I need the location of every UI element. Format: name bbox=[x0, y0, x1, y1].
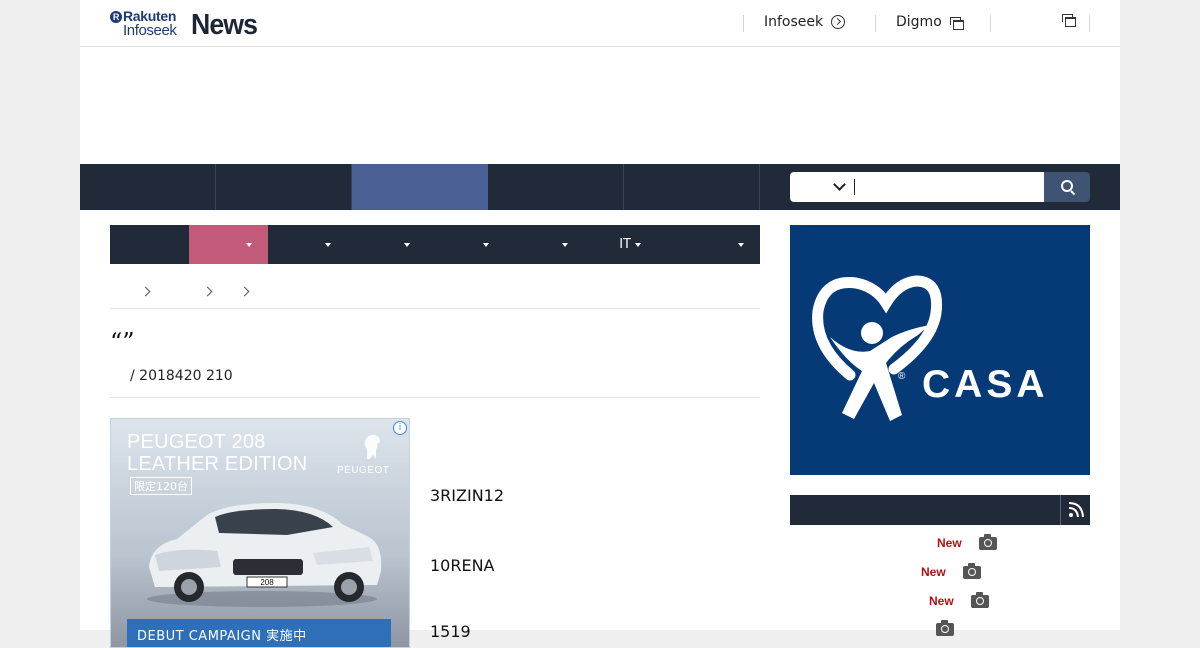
divider bbox=[110, 397, 760, 398]
chevron-right-icon bbox=[140, 286, 151, 297]
category-item[interactable] bbox=[347, 225, 426, 264]
ranking-item[interactable]: New bbox=[937, 533, 997, 550]
casa-heart-logo-icon: ® bbox=[812, 275, 943, 421]
caret-down-icon bbox=[325, 242, 331, 247]
car-image: 208 bbox=[147, 503, 382, 607]
search-button[interactable] bbox=[1044, 172, 1090, 202]
header-divider bbox=[875, 15, 876, 32]
header-divider bbox=[743, 15, 744, 32]
article-paragraph: 10RENA bbox=[430, 556, 495, 575]
ad-headline: LEATHER EDITION bbox=[127, 453, 308, 475]
car-plate: 208 bbox=[260, 578, 274, 587]
news-wordmark: News bbox=[191, 9, 258, 41]
category-item[interactable] bbox=[110, 225, 189, 264]
rakuten-infoseek-news-logo[interactable]: R Rakuten Infoseek News bbox=[110, 8, 270, 41]
category-nav: IT bbox=[110, 225, 760, 264]
ad-cta-strip: DEBUT CAMPAIGN 実施中 bbox=[127, 619, 391, 647]
external-window-icon bbox=[949, 16, 964, 30]
caret-down-icon bbox=[562, 242, 568, 247]
caret-down-icon bbox=[246, 242, 252, 247]
main-nav-tab[interactable] bbox=[624, 164, 760, 210]
ad-headline: PEUGEOT 208 bbox=[127, 431, 266, 453]
infoseek-link[interactable]: Infoseek bbox=[764, 14, 846, 30]
new-badge: New bbox=[929, 594, 954, 608]
peugeot-ad[interactable]: PEUGEOT 208 LEATHER EDITION 限定120台 PEUGE… bbox=[110, 418, 410, 648]
category-item[interactable] bbox=[426, 225, 505, 264]
category-item-it[interactable]: IT bbox=[584, 225, 657, 264]
main-nav-tab[interactable] bbox=[80, 164, 216, 210]
page: R Rakuten Infoseek News Infoseek Digmo I… bbox=[80, 0, 1120, 648]
new-badge: New bbox=[921, 565, 946, 579]
camera-icon bbox=[970, 591, 989, 608]
camera-icon bbox=[978, 533, 997, 550]
chevron-down-icon[interactable] bbox=[833, 178, 846, 191]
ranking-item[interactable]: New bbox=[921, 562, 981, 579]
circle-arrow-icon bbox=[831, 15, 846, 29]
main-nav-tab-active[interactable] bbox=[352, 164, 488, 210]
search-icon bbox=[1061, 180, 1073, 192]
digmo-link-label: Digmo bbox=[896, 14, 942, 30]
rss-icon bbox=[1068, 502, 1084, 518]
category-item-active[interactable] bbox=[189, 225, 268, 264]
search-form bbox=[790, 172, 1090, 202]
rss-button[interactable] bbox=[1060, 495, 1090, 525]
site-header: R Rakuten Infoseek News Infoseek Digmo bbox=[80, 0, 1120, 47]
external-link[interactable] bbox=[1054, 14, 1076, 27]
digmo-link[interactable]: Digmo bbox=[896, 14, 964, 30]
chevron-right-icon bbox=[202, 286, 213, 297]
article-byline: / 2018420 210 bbox=[130, 368, 233, 384]
casa-ad[interactable]: ® CASA bbox=[790, 225, 1090, 475]
text-caret bbox=[854, 179, 855, 195]
registered-mark: ® bbox=[898, 371, 906, 382]
casa-wordmark: CASA bbox=[922, 363, 1049, 406]
infoseek-wordmark: Infoseek bbox=[123, 22, 177, 39]
caret-down-icon bbox=[738, 242, 744, 247]
new-badge: New bbox=[937, 536, 962, 550]
external-window-icon bbox=[1062, 14, 1076, 27]
caret-down-icon bbox=[483, 242, 489, 247]
caret-down-icon bbox=[635, 242, 641, 247]
ranking-header bbox=[790, 495, 1090, 525]
header-divider bbox=[1089, 15, 1090, 32]
ad-choices-icon[interactable]: i bbox=[393, 421, 407, 435]
article-paragraph: 3RIZIN12 bbox=[430, 486, 505, 505]
camera-icon bbox=[962, 562, 981, 579]
main-nav-tab[interactable] bbox=[216, 164, 352, 210]
header-divider bbox=[990, 15, 991, 32]
article-title: “” bbox=[110, 328, 135, 356]
category-item[interactable] bbox=[657, 225, 760, 264]
main-nav bbox=[80, 164, 1120, 210]
top-banner-ad-slot bbox=[80, 47, 1120, 164]
ranking-item[interactable]: New bbox=[929, 591, 989, 608]
peugeot-lion-icon bbox=[364, 434, 380, 459]
caret-down-icon bbox=[404, 242, 410, 247]
category-item[interactable] bbox=[268, 225, 347, 264]
category-item[interactable] bbox=[505, 225, 584, 264]
category-label: IT bbox=[619, 237, 631, 252]
breadcrumb bbox=[110, 280, 760, 309]
search-input[interactable] bbox=[790, 172, 1044, 202]
infoseek-link-label: Infoseek bbox=[764, 14, 824, 30]
article-paragraph: 1519 bbox=[430, 622, 471, 641]
main-nav-tab[interactable] bbox=[488, 164, 624, 210]
ad-brand: PEUGEOT bbox=[337, 465, 390, 476]
chevron-right-icon bbox=[239, 286, 250, 297]
